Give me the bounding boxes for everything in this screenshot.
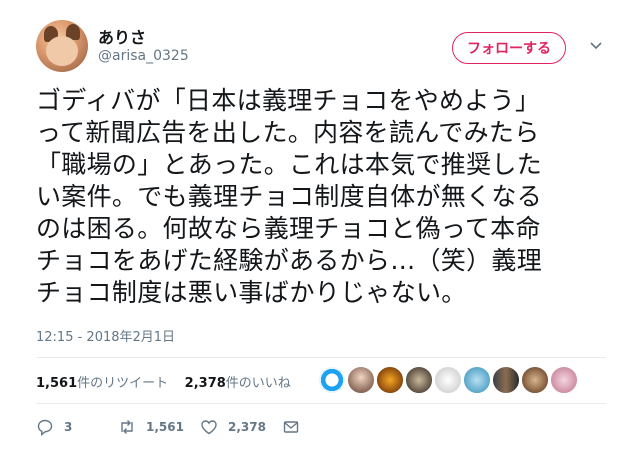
tweet-line: のは困る。何故なら義理チョコと偽って本命 [36,214,541,243]
tweet-line: チョコをあげた経験があるから…（笑）義理 [36,246,543,275]
avatar-face [46,36,78,66]
user-handle[interactable]: @arisa_0325 [98,48,189,64]
retweet-stat-count: 1,561 [36,376,78,391]
retweet-count: 1,561 [146,420,184,434]
divider [36,403,606,404]
like-stat-count: 2,378 [184,376,226,391]
retweet-stat[interactable]: 1,561件のリツイート [36,376,168,391]
retweet-action[interactable]: 1,561 [118,418,184,436]
follow-button[interactable]: フォローする [452,32,566,64]
heart-icon [201,420,217,435]
like-action[interactable]: 2,378 [200,418,266,436]
liker-avatar[interactable] [463,366,491,394]
message-icon [283,421,299,433]
message-action[interactable] [282,418,310,436]
divider [36,357,606,358]
retweet-stat-label: 件のリツイート [77,376,169,391]
tweet-stats: 1,561件のリツイート 2,378件のいいね [36,372,291,391]
liker-avatar[interactable] [550,366,578,394]
liker-avatar[interactable] [492,366,520,394]
tweet-line: い案件。でも義理チョコ制度自体が無くなる [36,182,543,211]
liker-avatar[interactable] [376,366,404,394]
reply-count: 3 [64,420,73,434]
like-stat-label: 件のいいね [225,376,291,391]
like-stat[interactable]: 2,378件のいいね [185,376,291,391]
chevron-down-icon[interactable] [586,36,606,56]
tweet-line: って新聞広告を出した。内容を読んでみたら [36,118,540,147]
tweet-line: 「職場の」とあった。これは本気で推奨した [36,150,543,179]
tweet-timestamp[interactable]: 12:15 - 2018年2月1日 [36,326,175,345]
liker-avatar[interactable] [347,366,375,394]
liker-avatar[interactable] [405,366,433,394]
liker-avatar[interactable] [521,366,549,394]
like-count: 2,378 [228,420,266,434]
reply-icon [37,419,53,436]
tweet-text: ゴディバが「日本は義理チョコをやめよう」 って新聞広告を出した。内容を読んでみた… [36,85,616,309]
reply-action[interactable]: 3 [36,418,72,436]
liker-avatar[interactable] [434,366,462,394]
liker-avatar[interactable] [318,366,346,394]
tweet-line: ゴディバが「日本は義理チョコをやめよう」 [36,86,541,115]
display-name[interactable]: ありさ [98,24,146,48]
tweet-line: チョコ制度は悪い事ばかりじゃない。 [36,278,467,307]
retweet-icon [121,420,133,434]
user-avatar[interactable] [36,20,88,72]
